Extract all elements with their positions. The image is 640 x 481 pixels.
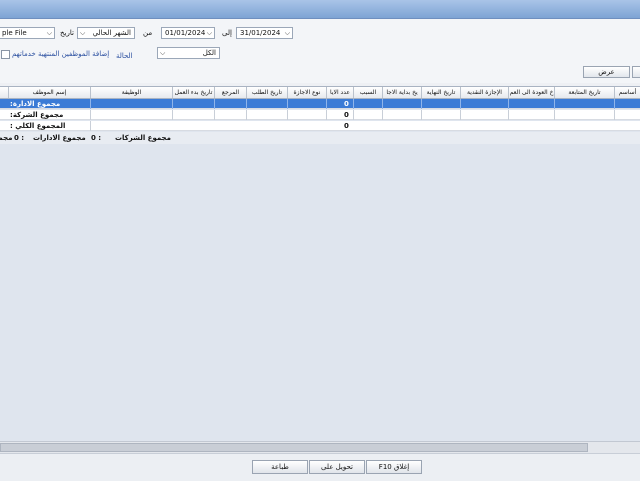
column-header[interactable]: إسم الموظف xyxy=(8,87,90,98)
column-header[interactable]: السبب xyxy=(353,87,382,98)
employee-name-cell: :مجموع الادارة xyxy=(10,100,61,108)
days-cell: 0 xyxy=(344,111,349,119)
table-row[interactable]: : المجموع الكلي 0 xyxy=(0,121,640,131)
from-date-picker[interactable]: 01/01/2024 ⌵ xyxy=(161,27,215,39)
add-resigned-checkbox[interactable] xyxy=(1,50,10,59)
days-cell: 0 xyxy=(344,122,349,130)
column-header[interactable]: المرجع xyxy=(214,87,246,98)
column-header[interactable]: الوظيفة xyxy=(90,87,172,98)
chevron-down-icon: ⌵ xyxy=(160,49,166,57)
column-header[interactable]: الإجازة النقدية xyxy=(460,87,508,98)
grid-header: أساسم تاريخ المتابعة خ العودة الى العم ا… xyxy=(0,87,640,99)
column-header[interactable]: تاريخ بدء العمل xyxy=(172,87,214,98)
total-label: مجمو xyxy=(0,134,13,142)
departments-value: 0 : xyxy=(14,134,25,142)
days-cell: 0 xyxy=(344,100,349,108)
employee-name-cell: : المجموع الكلي xyxy=(10,122,66,130)
scrollbar-thumb[interactable] xyxy=(0,443,588,452)
column-header[interactable]: تاريخ الطلب xyxy=(246,87,287,98)
from-date-value: 01/01/2024 xyxy=(165,29,206,37)
period-select-value: الشهر الحالي xyxy=(92,29,131,37)
status-label: الحالة xyxy=(116,52,133,60)
chevron-down-icon: ⌵ xyxy=(206,29,212,37)
status-select-value: الكل xyxy=(202,49,216,57)
status-select[interactable]: الكل ⌵ xyxy=(157,47,220,59)
from-label: من xyxy=(143,29,153,37)
bottom-toolbar: طباعة تحويل على F10 إغلاق xyxy=(0,453,640,481)
totals-bar: مجمو 0 : مجموع الادارات 0 : مجموع الشركا… xyxy=(0,132,640,144)
title-bar xyxy=(0,0,640,19)
print-button[interactable]: طباعة xyxy=(252,460,308,474)
to-label: إلى xyxy=(222,29,232,37)
companies-value: 0 : xyxy=(91,134,102,142)
chevron-down-icon: ⌵ xyxy=(284,29,290,37)
file-select[interactable]: ple File ⌵ xyxy=(0,27,55,39)
column-header[interactable]: عدد الايا xyxy=(326,87,353,98)
chevron-down-icon: ⌵ xyxy=(80,29,86,37)
add-resigned-label: إضافة الموظفين المنتهية خدماتهم xyxy=(12,50,110,58)
extra-button[interactable] xyxy=(632,66,640,78)
horizontal-scrollbar[interactable] xyxy=(0,441,640,453)
period-select[interactable]: الشهر الحالي ⌵ xyxy=(77,27,135,39)
chevron-down-icon: ⌵ xyxy=(46,29,52,37)
column-header[interactable]: تاريخ النهاية xyxy=(421,87,460,98)
date-label: تاريخ xyxy=(60,29,74,37)
column-header[interactable]: يخ بداية الاجا xyxy=(382,87,421,98)
departments-label: مجموع الادارات xyxy=(33,134,86,142)
column-header[interactable]: نوع الاجازة xyxy=(287,87,326,98)
close-button[interactable]: F10 إغلاق xyxy=(366,460,422,474)
column-header[interactable]: أساسم xyxy=(614,87,640,98)
column-header[interactable]: تاريخ المتابعة xyxy=(554,87,614,98)
filter-panel: ple File ⌵ تاريخ الشهر الحالي ⌵ من 01/01… xyxy=(0,19,640,83)
companies-label: مجموع الشركات xyxy=(115,134,171,142)
file-select-value: ple File xyxy=(2,29,27,37)
column-header[interactable]: خ العودة الى العم xyxy=(508,87,554,98)
employee-name-cell: :مجموع الشركة xyxy=(10,111,64,119)
table-row[interactable]: :مجموع الشركة 0 xyxy=(0,110,640,120)
to-date-value: 31/01/2024 xyxy=(240,29,281,37)
to-date-picker[interactable]: 31/01/2024 ⌵ xyxy=(236,27,293,39)
show-button[interactable]: عرض xyxy=(583,66,630,78)
convert-button[interactable]: تحويل على xyxy=(309,460,365,474)
table-row[interactable]: :مجموع الادارة 0 xyxy=(0,99,640,109)
